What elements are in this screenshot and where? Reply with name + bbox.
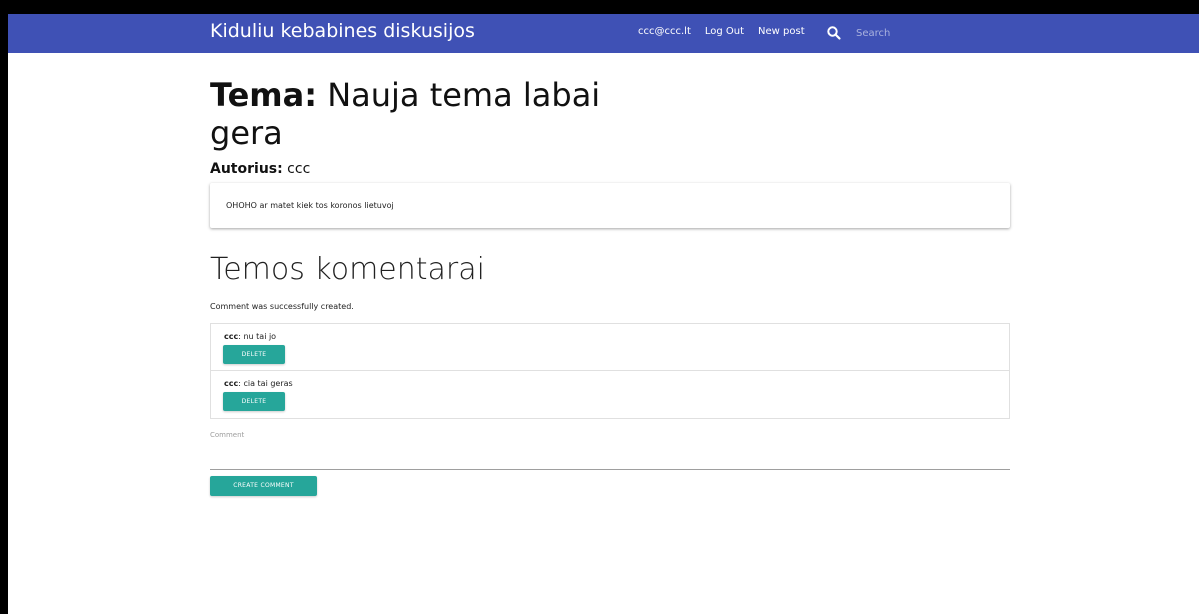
comments-heading: Temos komentarai: [210, 252, 485, 287]
comment-field-label: Comment: [210, 431, 245, 439]
topic-title: Tema: Nauja tema labai gera: [210, 76, 650, 152]
comment-list: ccc: nu tai jo DELETE ccc: cia tai geras…: [210, 323, 1010, 419]
author-name: ccc: [287, 161, 311, 177]
comment-item: ccc: cia tai geras DELETE: [211, 371, 1009, 418]
flash-notice: Comment was successfully created.: [210, 302, 354, 311]
create-comment-button[interactable]: CREATE COMMENT: [210, 476, 317, 496]
nav-new-post[interactable]: New post: [758, 26, 805, 37]
comment-input[interactable]: [210, 446, 1010, 470]
author-label: Autorius:: [210, 161, 283, 177]
comment-text: ccc: nu tai jo: [224, 332, 996, 342]
comment-author: ccc: [224, 379, 239, 388]
delete-comment-button[interactable]: DELETE: [223, 392, 285, 411]
app-window: Kiduliu kebabines diskusijos ccc@ccc.lt …: [8, 14, 1199, 614]
brand-logo[interactable]: Kiduliu kebabines diskusijos: [210, 20, 475, 42]
post-body: OHOHO ar matet kiek tos koronos lietuvoj: [226, 201, 394, 210]
search-icon[interactable]: [826, 25, 842, 41]
post-card: OHOHO ar matet kiek tos koronos lietuvoj: [210, 183, 1010, 228]
delete-comment-button[interactable]: DELETE: [223, 345, 285, 364]
comment-text: ccc: cia tai geras: [224, 379, 996, 389]
comment-item: ccc: nu tai jo DELETE: [211, 324, 1009, 371]
top-navbar: Kiduliu kebabines diskusijos ccc@ccc.lt …: [8, 14, 1199, 53]
comment-body: : cia tai geras: [238, 379, 293, 388]
nav-links: ccc@ccc.lt Log Out New post: [638, 26, 819, 37]
comment-body: : nu tai jo: [238, 332, 277, 341]
topic-author: Autorius: ccc: [210, 161, 310, 177]
nav-user-email[interactable]: ccc@ccc.lt: [638, 26, 691, 37]
search-input[interactable]: [856, 24, 976, 42]
comment-author: ccc: [224, 332, 239, 341]
topic-title-label: Tema:: [210, 76, 318, 114]
nav-log-out[interactable]: Log Out: [705, 26, 744, 37]
